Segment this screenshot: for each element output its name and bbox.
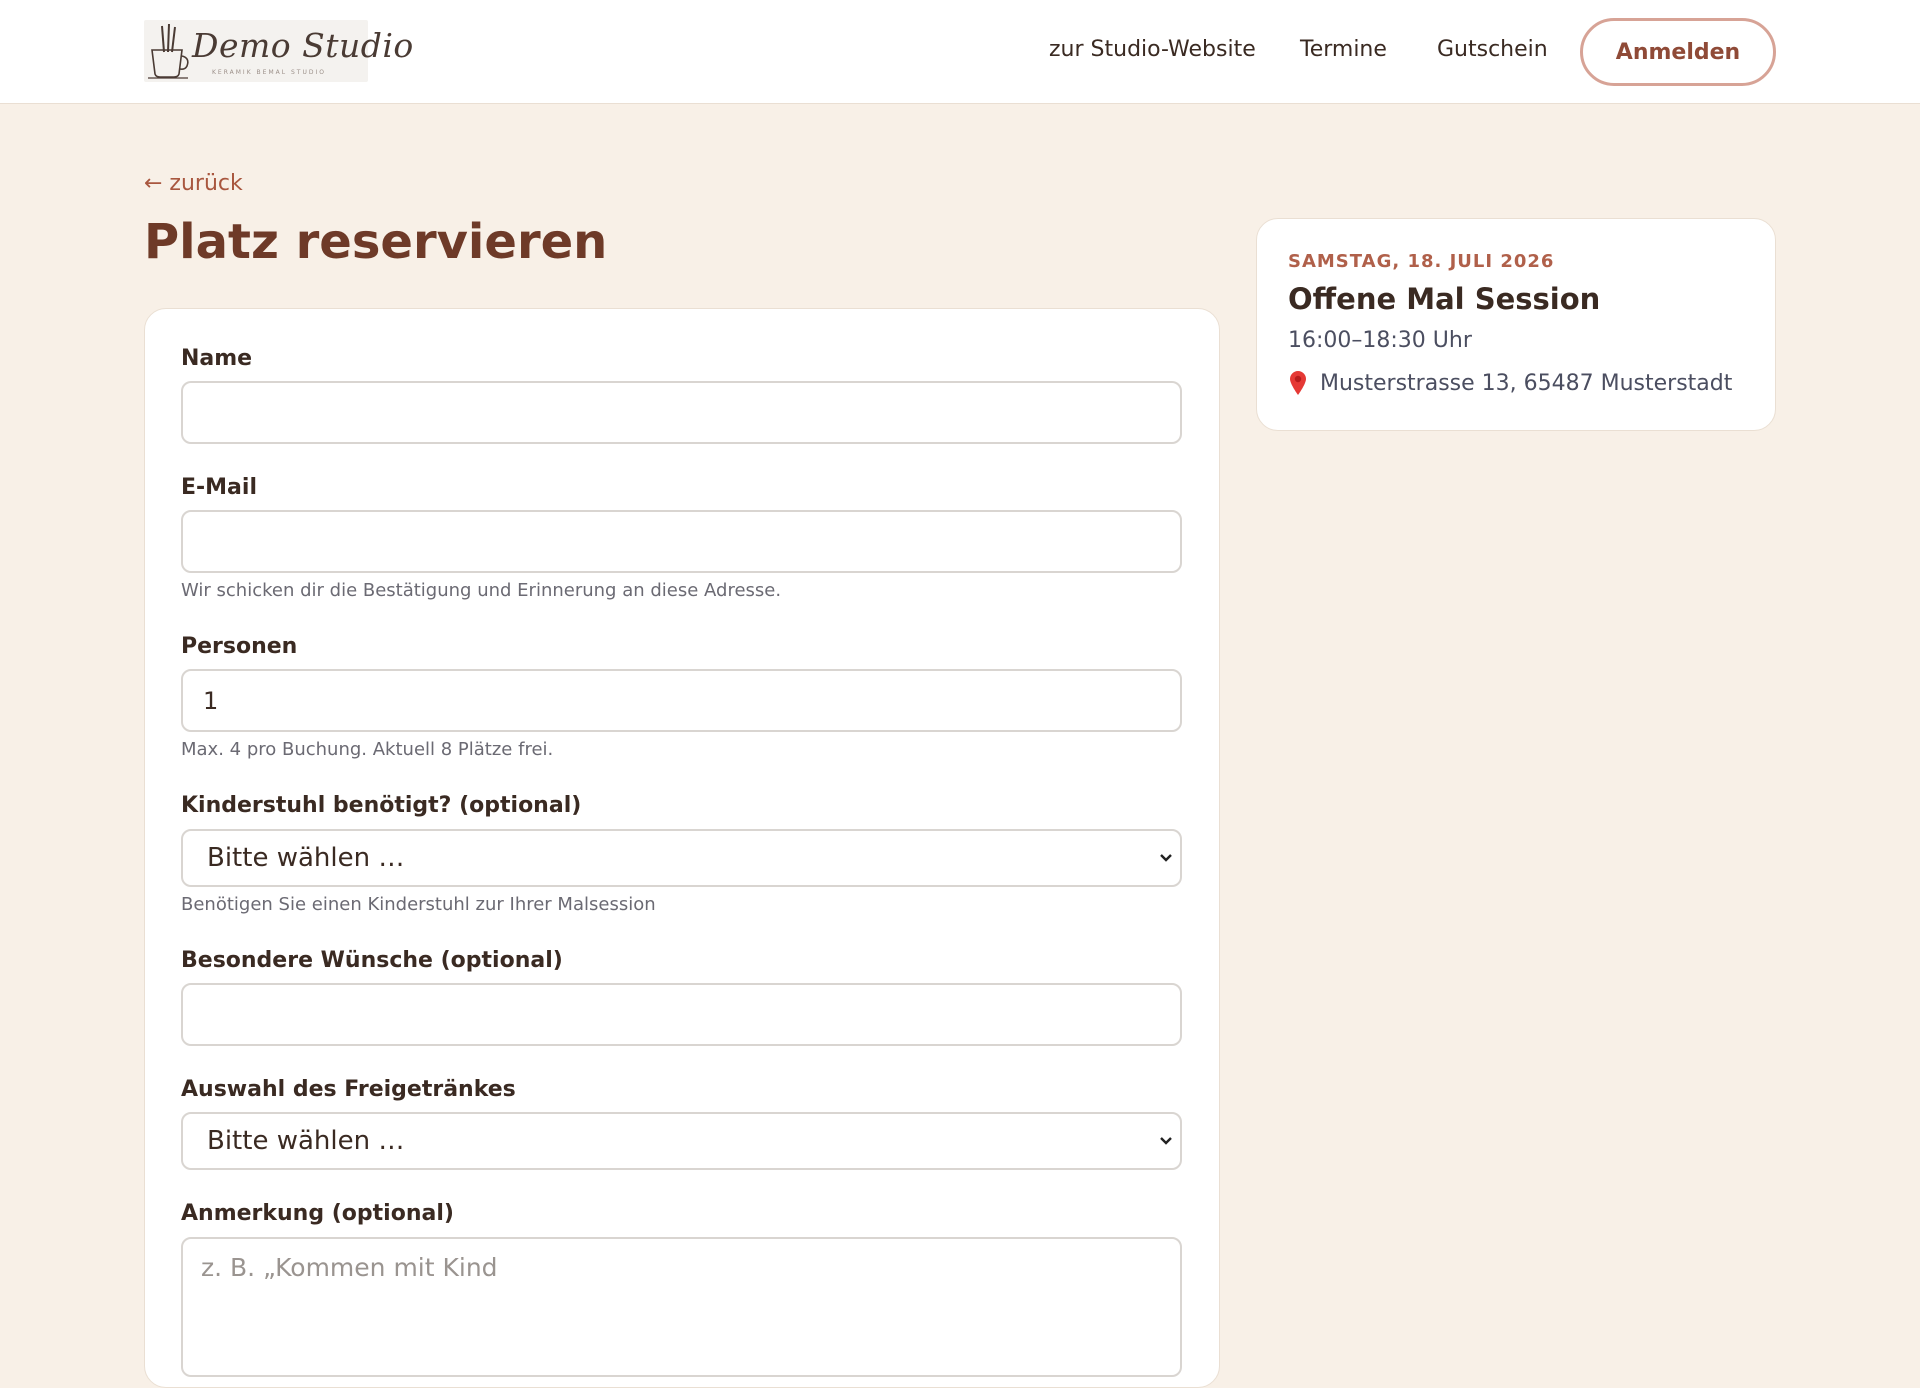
chevron-down-icon (1160, 1137, 1172, 1145)
child-chair-label: Kinderstuhl benötigt? (optional) (181, 793, 582, 818)
nav-link-termine[interactable]: Termine (1300, 37, 1387, 62)
page-title: Platz reservieren (144, 214, 608, 270)
drinks-label: Auswahl des Freigetränkes (181, 1077, 516, 1102)
studio-logo[interactable]: Demo Studio KERAMIK BEMAL STUDIO (144, 20, 413, 82)
wishes-input[interactable] (181, 983, 1182, 1046)
event-date: SAMSTAG, 18. JULI 2026 (1288, 251, 1555, 272)
name-label: Name (181, 346, 253, 371)
nav-link-studio-website[interactable]: zur Studio-Website (1049, 37, 1256, 62)
child-chair-select[interactable]: Bitte wählen … (181, 829, 1182, 887)
back-link[interactable]: ← zurück (144, 171, 243, 196)
persons-label: Personen (181, 634, 298, 659)
login-button[interactable]: Anmelden (1580, 18, 1776, 86)
email-hint: Wir schicken dir die Bestätigung und Eri… (181, 580, 782, 601)
note-label: Anmerkung (optional) (181, 1201, 454, 1226)
persons-hint: Max. 4 pro Buchung. Aktuell 8 Plätze fre… (181, 739, 554, 760)
event-location-text: Musterstrasse 13, 65487 Musterstadt (1320, 370, 1733, 396)
email-label: E-Mail (181, 475, 257, 500)
logo-wordmark: Demo Studio (192, 26, 414, 65)
event-time: 16:00–18:30 Uhr (1288, 328, 1472, 353)
note-textarea[interactable] (181, 1237, 1182, 1377)
name-input[interactable] (181, 381, 1182, 444)
wishes-label: Besondere Wünsche (optional) (181, 948, 563, 973)
top-navigation-bar: Demo Studio KERAMIK BEMAL STUDIO zur Stu… (0, 0, 1920, 104)
child-chair-selected-value: Bitte wählen … (207, 843, 405, 873)
event-title: Offene Mal Session (1288, 282, 1601, 316)
logo-tagline: KERAMIK BEMAL STUDIO (212, 69, 326, 76)
chevron-down-icon (1160, 854, 1172, 862)
nav-link-gutschein[interactable]: Gutschein (1437, 37, 1548, 62)
drinks-select[interactable]: Bitte wählen … (181, 1112, 1182, 1170)
persons-input[interactable] (181, 669, 1182, 732)
map-pin-icon (1290, 371, 1306, 395)
drinks-selected-value: Bitte wählen … (207, 1126, 405, 1156)
email-input[interactable] (181, 510, 1182, 573)
event-location: Musterstrasse 13, 65487 Musterstadt (1288, 370, 1732, 396)
cup-brushes-icon (148, 23, 189, 79)
child-chair-hint: Benötigen Sie einen Kinderstuhl zur Ihre… (181, 894, 656, 915)
event-summary-card (1256, 218, 1776, 431)
